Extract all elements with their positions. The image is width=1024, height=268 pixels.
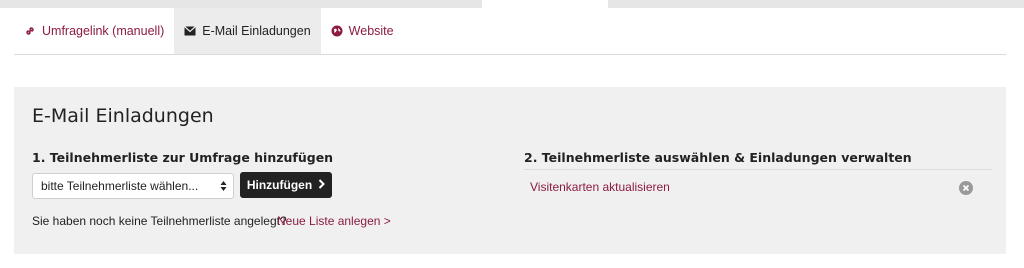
email-invitations-panel: E-Mail Einladungen 1. Teilnehmerliste zu… bbox=[14, 87, 1006, 254]
step1-title: 1. Teilnehmerliste zur Umfrage hinzufüge… bbox=[32, 150, 334, 165]
tab-bar: Umfragelink (manuell) E-Mail Einladungen… bbox=[14, 8, 404, 54]
top-strip-left bbox=[0, 0, 482, 8]
tab-website[interactable]: Website bbox=[321, 8, 404, 54]
tab-website-label: Website bbox=[348, 24, 394, 38]
list-divider bbox=[524, 169, 992, 170]
tab-email-label: E-Mail Einladungen bbox=[202, 24, 311, 38]
add-button-label: Hinzufügen bbox=[246, 178, 313, 192]
tab-email-einladungen[interactable]: E-Mail Einladungen bbox=[174, 8, 321, 54]
close-circle-icon[interactable] bbox=[959, 181, 973, 195]
add-button[interactable]: Hinzufügen bbox=[240, 172, 332, 198]
select-arrows-icon bbox=[220, 180, 227, 192]
step2-title: 2. Teilnehmerliste auswählen & Einladung… bbox=[524, 150, 912, 165]
top-strip-right bbox=[608, 0, 1024, 8]
panel-title: E-Mail Einladungen bbox=[32, 105, 214, 127]
globe-icon bbox=[331, 25, 343, 37]
link-icon bbox=[24, 25, 36, 37]
tab-umfragelink[interactable]: Umfragelink (manuell) bbox=[14, 8, 174, 54]
list-item[interactable]: Visitenkarten aktualisieren bbox=[530, 180, 670, 194]
new-list-link[interactable]: Neue Liste anlegen > bbox=[277, 214, 391, 228]
participant-list-select[interactable]: bitte Teilnehmerliste wählen... bbox=[32, 173, 234, 199]
chevron-right-icon bbox=[318, 178, 326, 192]
select-value: bitte Teilnehmerliste wählen... bbox=[41, 179, 199, 193]
no-list-hint: Sie haben noch keine Teilnehmerliste ang… bbox=[32, 214, 287, 228]
envelope-icon bbox=[184, 26, 197, 36]
tabs-divider bbox=[14, 54, 1006, 55]
tab-umfragelink-label: Umfragelink (manuell) bbox=[42, 24, 165, 38]
